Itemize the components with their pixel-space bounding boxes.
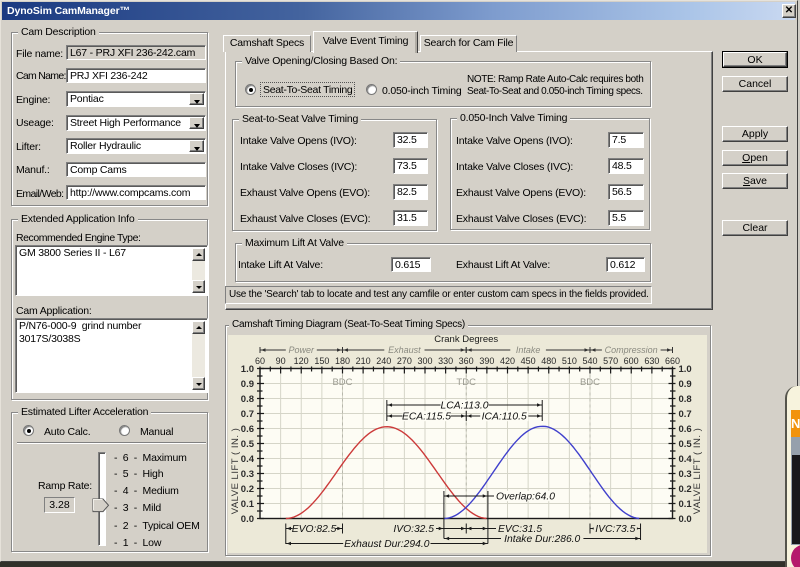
- svg-text:0.6: 0.6: [679, 424, 692, 435]
- svg-text:270: 270: [397, 356, 412, 366]
- svg-text:EVO:82.5: EVO:82.5: [292, 524, 337, 535]
- svg-text:ICA:110.5: ICA:110.5: [482, 412, 527, 423]
- svg-text:Crank Degrees: Crank Degrees: [434, 334, 498, 345]
- svg-text:180: 180: [335, 356, 350, 366]
- svg-text:0.5: 0.5: [679, 439, 693, 450]
- svg-text:VALVE LIFT ( IN. ): VALVE LIFT ( IN. ): [692, 428, 703, 515]
- svg-text:0.3: 0.3: [241, 469, 254, 480]
- svg-text:480: 480: [541, 356, 556, 366]
- svg-text:1.0: 1.0: [679, 364, 692, 375]
- svg-text:0.8: 0.8: [679, 394, 692, 405]
- svg-text:0.2: 0.2: [241, 484, 254, 495]
- svg-text:600: 600: [624, 356, 639, 366]
- svg-text:0.9: 0.9: [241, 379, 254, 390]
- svg-text:Exhaust: Exhaust: [388, 345, 421, 355]
- svg-text:Intake Dur:286.0: Intake Dur:286.0: [504, 534, 580, 545]
- svg-text:TDC: TDC: [456, 377, 476, 388]
- svg-text:390: 390: [479, 356, 494, 366]
- svg-text:360: 360: [459, 356, 474, 366]
- svg-text:210: 210: [356, 356, 371, 366]
- svg-text:150: 150: [314, 356, 329, 366]
- svg-text:Exhaust Dur:294.0: Exhaust Dur:294.0: [344, 539, 430, 550]
- svg-text:0.1: 0.1: [679, 499, 693, 510]
- svg-text:Power: Power: [288, 345, 315, 355]
- svg-text:BDC: BDC: [332, 377, 352, 388]
- svg-text:0.3: 0.3: [679, 469, 692, 480]
- svg-text:510: 510: [562, 356, 577, 366]
- svg-text:IVC:73.5: IVC:73.5: [595, 524, 635, 535]
- svg-text:0.2: 0.2: [679, 484, 692, 495]
- svg-text:60: 60: [255, 356, 265, 366]
- svg-text:1.0: 1.0: [241, 364, 254, 375]
- svg-text:0.9: 0.9: [679, 379, 692, 390]
- svg-text:0.7: 0.7: [679, 409, 692, 420]
- svg-text:0.8: 0.8: [241, 394, 254, 405]
- svg-text:BDC: BDC: [580, 377, 600, 388]
- svg-text:0.4: 0.4: [679, 454, 693, 465]
- svg-text:ECA:115.5: ECA:115.5: [402, 412, 451, 423]
- svg-text:300: 300: [417, 356, 432, 366]
- svg-text:Overlap:64.0: Overlap:64.0: [496, 492, 555, 503]
- svg-text:Compression: Compression: [605, 345, 658, 355]
- svg-text:120: 120: [294, 356, 309, 366]
- svg-text:0.4: 0.4: [241, 454, 255, 465]
- svg-text:90: 90: [276, 356, 286, 366]
- svg-text:0.6: 0.6: [241, 424, 254, 435]
- svg-text:450: 450: [521, 356, 536, 366]
- svg-text:Intake: Intake: [516, 345, 541, 355]
- svg-text:IVO:32.5: IVO:32.5: [393, 524, 434, 535]
- svg-text:240: 240: [376, 356, 391, 366]
- svg-text:420: 420: [500, 356, 515, 366]
- svg-text:VALVE LIFT ( IN. ): VALVE LIFT ( IN. ): [230, 428, 241, 515]
- svg-text:630: 630: [644, 356, 659, 366]
- svg-text:540: 540: [582, 356, 597, 366]
- svg-text:0.0: 0.0: [679, 514, 692, 525]
- svg-text:0.5: 0.5: [241, 439, 255, 450]
- svg-text:570: 570: [603, 356, 618, 366]
- svg-text:330: 330: [438, 356, 453, 366]
- svg-text:0.1: 0.1: [241, 499, 255, 510]
- svg-text:0.7: 0.7: [241, 409, 254, 420]
- svg-text:LCA:113.0: LCA:113.0: [441, 401, 489, 412]
- svg-text:0.0: 0.0: [241, 514, 254, 525]
